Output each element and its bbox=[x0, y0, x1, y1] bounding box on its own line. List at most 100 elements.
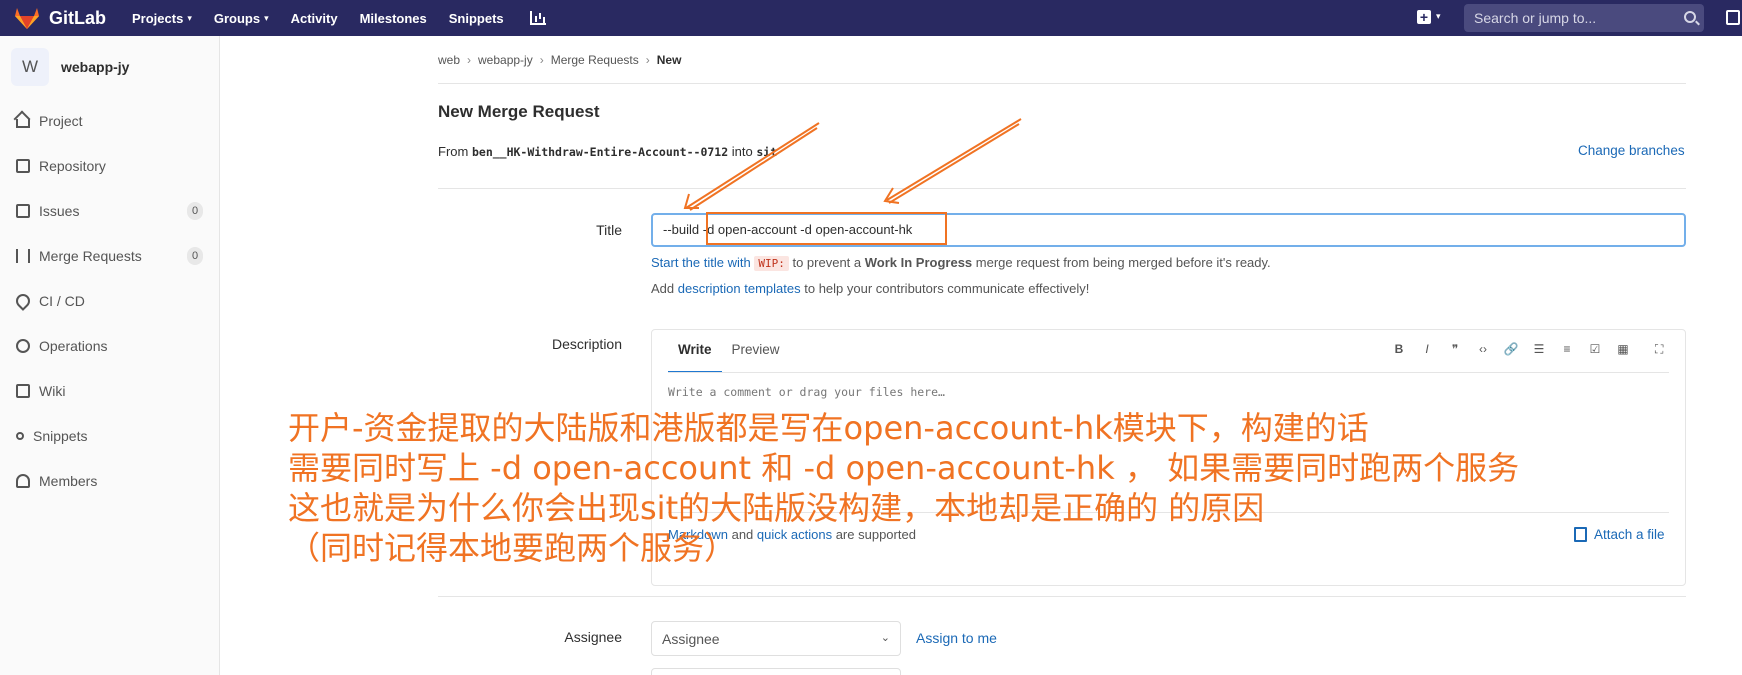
title-label: Title bbox=[596, 222, 622, 238]
sidebar-item-snippets[interactable]: Snippets bbox=[0, 413, 219, 458]
sidebar-item-label: Merge Requests bbox=[39, 247, 142, 264]
chart-icon[interactable] bbox=[529, 11, 546, 25]
bulleted-list-icon[interactable]: ☰ bbox=[1525, 342, 1553, 356]
chevron-down-icon[interactable]: ▾ bbox=[1436, 11, 1441, 22]
source-branch: ben__HK-Withdraw-Entire-Account--0712 bbox=[471, 145, 729, 159]
image-file-icon bbox=[1574, 527, 1587, 542]
annotation-line: （同时记得本地要跑两个服务） bbox=[288, 529, 737, 567]
gitlab-tanuki-icon bbox=[15, 8, 39, 29]
divider bbox=[438, 83, 1686, 84]
numbered-list-icon[interactable]: ≡ bbox=[1553, 342, 1581, 356]
templates-hint: Add description templates to help your c… bbox=[651, 281, 1089, 296]
cloud-gear-icon bbox=[16, 338, 30, 353]
chevron-down-icon: ▾ bbox=[264, 12, 269, 23]
sidebar-item-project[interactable]: Project bbox=[0, 98, 219, 143]
search-icon bbox=[1684, 11, 1696, 23]
wip-hint: Start the title with WIP: to prevent a W… bbox=[651, 255, 1271, 271]
breadcrumb-project[interactable]: webapp-jy bbox=[478, 53, 533, 67]
breadcrumb: web › webapp-jy › Merge Requests › New bbox=[438, 53, 681, 67]
divider bbox=[438, 596, 1686, 597]
breadcrumb-current: New bbox=[656, 53, 682, 67]
sidebar-panel-icon[interactable] bbox=[1726, 10, 1740, 25]
into-word: into bbox=[731, 144, 753, 159]
merge-requests-count-badge: 0 bbox=[187, 246, 203, 265]
attach-file-button[interactable]: Attach a file bbox=[1574, 527, 1665, 542]
description-label: Description bbox=[551, 336, 622, 352]
gitlab-logo[interactable]: GitLab bbox=[14, 6, 106, 30]
annotation-line: 这也就是为什么你会出现sit的大陆版没构建，本地却是正确的 的原因 bbox=[288, 489, 1265, 527]
nav-milestones[interactable]: Milestones bbox=[360, 11, 427, 26]
wip-hint-link[interactable]: Start the title with bbox=[651, 255, 751, 270]
sidebar-item-wiki[interactable]: Wiki bbox=[0, 368, 219, 413]
sidebar-item-label: Operations bbox=[39, 337, 108, 354]
users-icon bbox=[16, 473, 30, 488]
sidebar-project-header[interactable]: W webapp-jy bbox=[0, 36, 219, 98]
breadcrumb-merge-requests[interactable]: Merge Requests bbox=[551, 53, 639, 67]
annotation-text: 开户-资金提取的大陆版和港版都是写在open-account-hk模块下，构建的… bbox=[288, 408, 1519, 568]
new-plus-icon[interactable]: + bbox=[1417, 10, 1431, 24]
brand-name: GitLab bbox=[49, 7, 106, 28]
sidebar-item-repository[interactable]: Repository bbox=[0, 143, 219, 188]
chevron-right-icon: › bbox=[539, 53, 544, 67]
tab-write[interactable]: Write bbox=[668, 340, 722, 373]
chevron-right-icon: › bbox=[645, 53, 650, 67]
scissors-icon bbox=[16, 431, 24, 440]
annotation-line: 需要同时写上 -d open-account 和 -d open-account… bbox=[288, 449, 1520, 487]
breadcrumb-web[interactable]: web bbox=[438, 53, 460, 67]
tab-preview[interactable]: Preview bbox=[722, 340, 790, 368]
sidebar-item-issues[interactable]: Issues 0 bbox=[0, 188, 219, 233]
nav-activity-label: Activity bbox=[290, 10, 338, 26]
sidebar-item-label: Issues bbox=[39, 202, 80, 219]
link-icon[interactable]: 🔗 bbox=[1497, 342, 1525, 356]
annotation-arrow-left bbox=[683, 122, 820, 211]
sidebar-item-label: Members bbox=[39, 472, 98, 489]
milestone-dropdown[interactable] bbox=[651, 668, 901, 675]
issues-count-badge: 0 bbox=[187, 201, 203, 220]
chevron-right-icon: › bbox=[467, 53, 472, 67]
code-icon[interactable]: ‹› bbox=[1469, 342, 1497, 356]
annotation-arrow-right bbox=[883, 118, 1022, 204]
sidebar-item-members[interactable]: Members bbox=[0, 458, 219, 503]
search-input[interactable]: Search or jump to... bbox=[1464, 4, 1704, 32]
description-textarea[interactable]: Write a comment or drag your files here… bbox=[668, 385, 945, 399]
bold-icon[interactable]: B bbox=[1385, 342, 1413, 356]
italic-icon[interactable]: I bbox=[1413, 342, 1441, 356]
issues-icon bbox=[16, 203, 30, 218]
templates-hint-pre: Add bbox=[651, 281, 675, 296]
from-prefix: From bbox=[438, 144, 469, 159]
book-icon bbox=[16, 383, 30, 398]
fullscreen-icon[interactable]: ⛶ bbox=[1655, 342, 1663, 357]
nav-snippets-label: Snippets bbox=[448, 10, 504, 26]
markdown-toolbar: B I ❞ ‹› 🔗 ☰ ≡ ☑ ▦ bbox=[1385, 342, 1637, 356]
annotation-highlight-box bbox=[706, 212, 947, 245]
project-name: webapp-jy bbox=[61, 59, 130, 75]
task-list-icon[interactable]: ☑ bbox=[1581, 342, 1609, 356]
sidebar-item-ci-cd[interactable]: CI / CD bbox=[0, 278, 219, 323]
nav-groups-label: Groups bbox=[213, 10, 261, 26]
project-avatar: W bbox=[11, 48, 49, 86]
rocket-icon bbox=[13, 290, 33, 311]
sidebar-item-merge-requests[interactable]: Merge Requests 0 bbox=[0, 233, 219, 278]
change-branches-link[interactable]: Change branches bbox=[1578, 143, 1685, 158]
page-title: New Merge Request bbox=[438, 102, 600, 121]
nav-projects[interactable]: Projects ▾ bbox=[132, 11, 192, 26]
assignee-label: Assignee bbox=[564, 629, 622, 645]
book-icon bbox=[16, 158, 30, 173]
main-nav: Projects ▾ Groups ▾ Activity Milestones Sn… bbox=[132, 11, 546, 26]
table-icon[interactable]: ▦ bbox=[1609, 342, 1637, 356]
nav-activity[interactable]: Activity bbox=[291, 11, 338, 26]
assignee-value: Assignee bbox=[662, 631, 720, 647]
sidebar-item-operations[interactable]: Operations bbox=[0, 323, 219, 368]
target-branch: sit bbox=[756, 145, 778, 159]
project-sidebar: W webapp-jy Project Repository Issues 0 M… bbox=[0, 36, 220, 675]
git-merge-icon bbox=[16, 248, 30, 263]
sidebar-item-label: Project bbox=[39, 112, 83, 129]
sidebar-item-label: Snippets bbox=[33, 427, 88, 444]
quote-icon[interactable]: ❞ bbox=[1441, 342, 1469, 356]
wip-hint-end: merge request from being merged before i… bbox=[975, 255, 1271, 270]
nav-snippets[interactable]: Snippets bbox=[449, 11, 504, 26]
nav-groups[interactable]: Groups ▾ bbox=[214, 11, 269, 26]
description-templates-link[interactable]: description templates bbox=[678, 281, 801, 296]
assignee-dropdown[interactable]: Assignee ⌄ bbox=[651, 621, 901, 656]
assign-to-me-link[interactable]: Assign to me bbox=[916, 630, 997, 646]
